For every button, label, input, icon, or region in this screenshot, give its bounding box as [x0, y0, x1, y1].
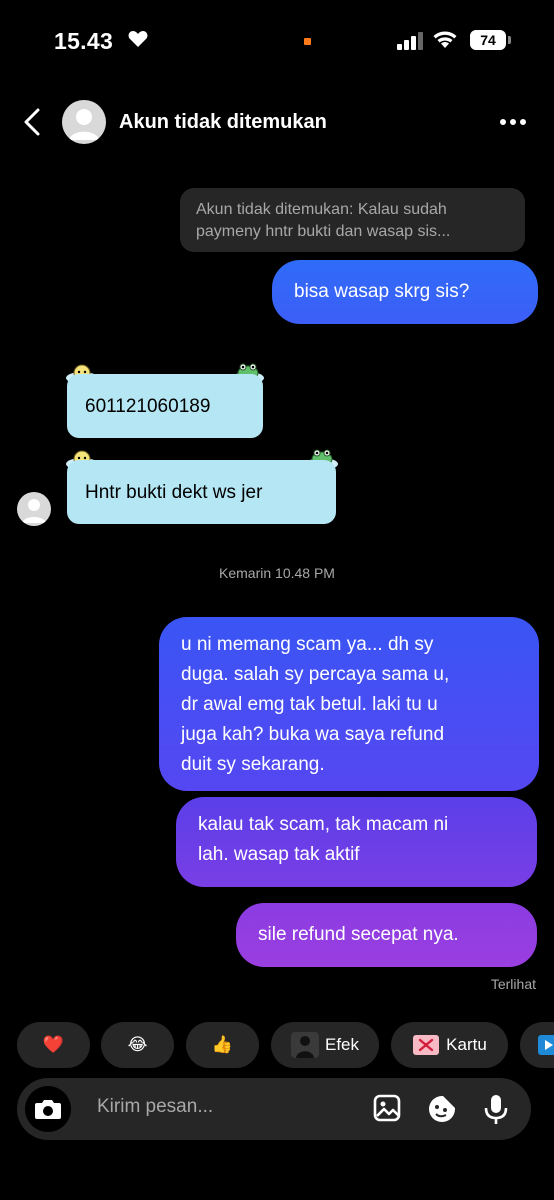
- message-line: lah. wasap tak aktif: [198, 844, 360, 865]
- incoming-message[interactable]: 601121060189: [67, 374, 263, 438]
- outgoing-message[interactable]: u ni memang scam ya... dh sy duga. salah…: [159, 617, 539, 791]
- battery-tip: [508, 36, 511, 44]
- recording-indicator: [304, 38, 311, 45]
- battery-indicator: 74: [470, 30, 506, 50]
- laughing-emoji-icon: 😂: [127, 1035, 148, 1054]
- camera-button[interactable]: [25, 1086, 71, 1132]
- outgoing-message[interactable]: kalau tak scam, tak macam ni lah. wasap …: [176, 797, 537, 887]
- contact-avatar[interactable]: [62, 100, 106, 144]
- outgoing-message[interactable]: bisa wasap skrg sis?: [272, 260, 538, 324]
- gift-card-icon: [413, 1035, 440, 1055]
- seen-status: Terlihat: [490, 976, 536, 992]
- outgoing-message[interactable]: sile refund secepat nya.: [236, 903, 537, 967]
- message-timestamp: Kemarin 10.48 PM: [219, 565, 335, 581]
- card-button[interactable]: Kartu: [391, 1022, 508, 1068]
- default-avatar-icon: [69, 109, 99, 140]
- message-line: u ni memang scam ya... dh sy: [181, 634, 434, 655]
- message-composer: [17, 1078, 531, 1140]
- video-effect-icon: [538, 1035, 554, 1055]
- more-effects-button[interactable]: [520, 1022, 554, 1068]
- chat-header: Akun tidak ditemukan: [0, 90, 554, 154]
- thumbs-up-reaction-button[interactable]: 👍: [186, 1022, 259, 1068]
- heart-emoji-icon: ❤️: [42, 1035, 65, 1054]
- microphone-icon[interactable]: [481, 1093, 511, 1125]
- more-options-icon[interactable]: [498, 112, 528, 132]
- message-line: dr awal emg tak betul. laki tu u: [181, 694, 438, 715]
- back-arrow-icon[interactable]: [18, 106, 46, 138]
- effect-label: Efek: [324, 1035, 360, 1054]
- sticker-icon[interactable]: [426, 1093, 458, 1125]
- heart-status-icon: [128, 31, 148, 47]
- cellular-signal-icon: [397, 32, 423, 50]
- message-line: duga. salah sy percaya sama u,: [181, 664, 450, 685]
- message-input[interactable]: [97, 1096, 337, 1118]
- status-bar: 15.43 74: [0, 0, 554, 80]
- sender-avatar[interactable]: [17, 492, 51, 526]
- contact-name[interactable]: Akun tidak ditemukan: [119, 111, 327, 134]
- effect-thumbnail-icon: [290, 1032, 319, 1058]
- default-avatar-icon: [22, 499, 46, 523]
- card-label: Kartu: [446, 1035, 487, 1054]
- message-line: juga kah? buka wa saya refund: [181, 724, 445, 745]
- message-line: duit sy sekarang.: [181, 754, 325, 775]
- thumbs-up-emoji-icon: 👍: [211, 1035, 234, 1054]
- camera-icon: [35, 1100, 61, 1119]
- heart-reaction-button[interactable]: ❤️: [17, 1022, 90, 1068]
- status-time: 15.43: [54, 28, 114, 54]
- message-line: kalau tak scam, tak macam ni: [198, 814, 449, 835]
- incoming-message[interactable]: Hntr bukti dekt ws jer: [67, 460, 336, 524]
- effect-button[interactable]: Efek: [271, 1022, 379, 1068]
- reply-preview[interactable]: Akun tidak ditemukan: Kalau sudah paymen…: [180, 188, 525, 252]
- laugh-reaction-button[interactable]: 😂: [101, 1022, 174, 1068]
- gallery-icon[interactable]: [372, 1093, 404, 1125]
- reply-preview-line: paymeny hntr bukti dan wasap sis...: [196, 223, 451, 240]
- wifi-icon: [433, 31, 457, 48]
- reply-preview-line: Akun tidak ditemukan: Kalau sudah: [196, 201, 447, 218]
